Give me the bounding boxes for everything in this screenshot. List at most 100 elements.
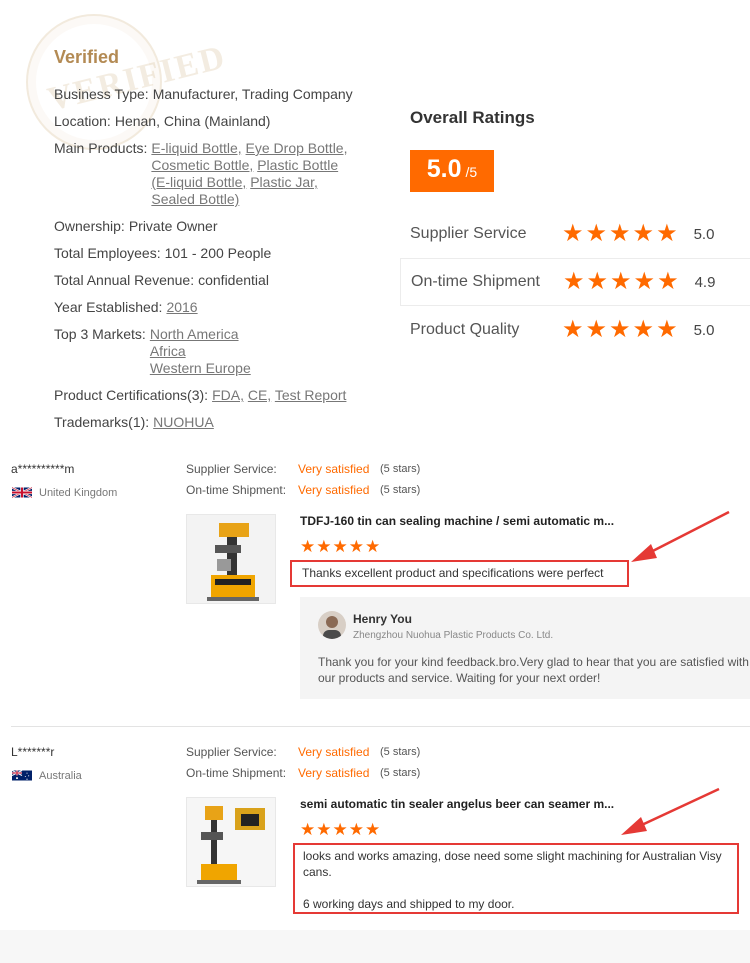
product-title[interactable]: TDFJ-160 tin can sealing machine / semi … [300, 514, 614, 528]
buyer-name: L*******r [11, 745, 55, 759]
certifications-list: FDA, CE, Test Report [212, 387, 346, 404]
product-link[interactable]: Plastic Jar, [250, 174, 318, 190]
overall-score-denominator: /5 [465, 164, 478, 180]
shipment-value: Very satisfied [298, 766, 370, 780]
red-arrow-annotation [621, 787, 720, 835]
supplier-service-label: Supplier Service: [186, 745, 277, 759]
ownership-value: Private Owner [128, 218, 218, 234]
overall-score-badge: 5.0 /5 [410, 150, 494, 192]
supplier-service-stars: (5 stars) [380, 463, 421, 475]
product-link[interactable]: Cosmetic Bottle, [151, 157, 253, 173]
avatar [318, 611, 346, 639]
review-comment-line2: 6 working days and shipped to my door. [303, 897, 515, 911]
product-thumbnail[interactable] [186, 514, 276, 604]
product-link[interactable]: Eye Drop Bottle, [246, 140, 348, 156]
review-comment-line1: looks and works amazing, dose need some … [303, 849, 722, 879]
supplier-service-value: Very satisfied [298, 745, 370, 759]
star-icon: ★ [348, 820, 364, 839]
certification-link[interactable]: Test Report [275, 387, 347, 403]
trademarks-row: Trademarks(1): NUOHUA [54, 414, 384, 431]
product-thumbnail[interactable] [186, 797, 276, 887]
star-icon: ★ [332, 820, 348, 839]
ratings-title: Overall Ratings [410, 108, 535, 127]
markets-list: North America Africa Western Europe [150, 326, 251, 377]
shipment-label: On-time Shipment: [186, 766, 287, 780]
business-type-row: Business Type: Manufacturer, Trading Com… [54, 86, 384, 103]
revenue-row: Total Annual Revenue: confidential [54, 272, 384, 289]
trademarks-label: Trademarks(1): [54, 414, 150, 430]
star-icon: ★ [657, 268, 679, 295]
supplier-service-label: Supplier Service: [186, 462, 277, 476]
main-products-links: E-liquid Bottle, Eye Drop Bottle, Cosmet… [151, 140, 359, 208]
star-icon: ★ [365, 537, 381, 556]
country-name: Australia [39, 769, 82, 782]
star-icon: ★ [656, 316, 678, 343]
employees-label: Total Employees: [54, 245, 161, 261]
year-row: Year Established: 2016 [54, 299, 384, 316]
buyer-country: United Kingdom [12, 486, 117, 499]
certification-link[interactable]: FDA, [212, 387, 244, 403]
product-title[interactable]: semi automatic tin sealer angelus beer c… [300, 797, 614, 811]
business-type-label: Business Type: [54, 86, 149, 102]
location-row: Location: Henan, China (Mainland) [54, 113, 384, 130]
certifications-row: Product Certifications(3): FDA, CE, Test… [54, 387, 384, 404]
rating-row-supplier-service: Supplier Service ★ ★ ★ ★ ★ 5.0 [400, 210, 750, 258]
rating-stars: ★ ★ ★ ★ ★ [563, 270, 681, 294]
employees-row: Total Employees: 101 - 200 People [54, 245, 384, 262]
review-item: L*******r Australia Supplier Service: Ve… [0, 745, 750, 925]
rating-stars: ★ ★ ★ ★ ★ [562, 222, 680, 246]
certifications-label: Product Certifications(3): [54, 387, 209, 403]
review-stars: ★ ★ ★ ★ ★ [300, 821, 381, 838]
reply-author: Henry You [353, 612, 412, 626]
star-icon: ★ [656, 220, 678, 247]
star-icon: ★ [633, 268, 656, 295]
overall-score: 5.0 [426, 155, 462, 183]
market-link[interactable]: Africa [150, 343, 251, 360]
rating-list: Supplier Service ★ ★ ★ ★ ★ 5.0 On-time Shipm… [400, 210, 750, 354]
red-arrow-annotation [631, 510, 730, 562]
star-icon: ★ [562, 316, 584, 343]
reply-company: Zhengzhou Nuohua Plastic Products Co. Lt… [353, 630, 554, 641]
rating-value: 5.0 [693, 321, 715, 339]
review-divider [11, 726, 750, 727]
rating-row-on-time-shipment: On-time Shipment ★ ★ ★ ★ ★ 4.9 [400, 258, 750, 306]
shipment-label: On-time Shipment: [186, 483, 287, 497]
can-seamer-image [187, 798, 275, 886]
market-link[interactable]: Western Europe [150, 360, 251, 377]
rating-value: 5.0 [693, 225, 715, 243]
overall-ratings: Overall Ratings 5.0 /5 Supplier Service … [400, 108, 750, 354]
uk-flag-icon [12, 486, 32, 499]
star-icon: ★ [610, 268, 632, 295]
product-link[interactable]: E-liquid Bottle, [151, 140, 241, 156]
star-icon: ★ [332, 537, 348, 556]
product-link[interactable]: Sealed Bottle) [151, 191, 239, 207]
year-link[interactable]: 2016 [166, 299, 197, 316]
star-icon: ★ [348, 537, 364, 556]
market-link[interactable]: North America [150, 326, 251, 343]
sealing-machine-image [187, 515, 275, 603]
review-comment: Thanks excellent product and specificati… [302, 566, 604, 580]
star-icon: ★ [562, 220, 584, 247]
year-label: Year Established: [54, 299, 163, 315]
star-icon: ★ [586, 268, 609, 295]
buyer-name: a**********m [11, 462, 75, 476]
australia-flag-icon [12, 770, 32, 781]
location-label: Location: [54, 113, 111, 129]
star-icon: ★ [300, 820, 316, 839]
reply-text: Thank you for your kind feedback.bro.Ver… [318, 655, 749, 685]
star-icon: ★ [316, 537, 332, 556]
rating-label: Supplier Service [410, 225, 527, 242]
shipment-value: Very satisfied [298, 483, 370, 497]
supplier-service-value: Very satisfied [298, 462, 370, 476]
rating-label: On-time Shipment [411, 273, 540, 290]
trademark-link[interactable]: NUOHUA [153, 414, 214, 431]
main-products-label: Main Products: [54, 140, 148, 156]
supplier-service-line: Supplier Service: Very satisfied (5 star… [186, 745, 420, 759]
certification-link[interactable]: CE, [248, 387, 271, 403]
markets-label: Top 3 Markets: [54, 326, 146, 342]
star-icon: ★ [609, 316, 631, 343]
star-icon: ★ [365, 820, 381, 839]
buyer-country: Australia [12, 769, 82, 782]
rating-row-product-quality: Product Quality ★ ★ ★ ★ ★ 5.0 [400, 306, 750, 354]
markets-row: Top 3 Markets: North America Africa West… [54, 326, 384, 377]
